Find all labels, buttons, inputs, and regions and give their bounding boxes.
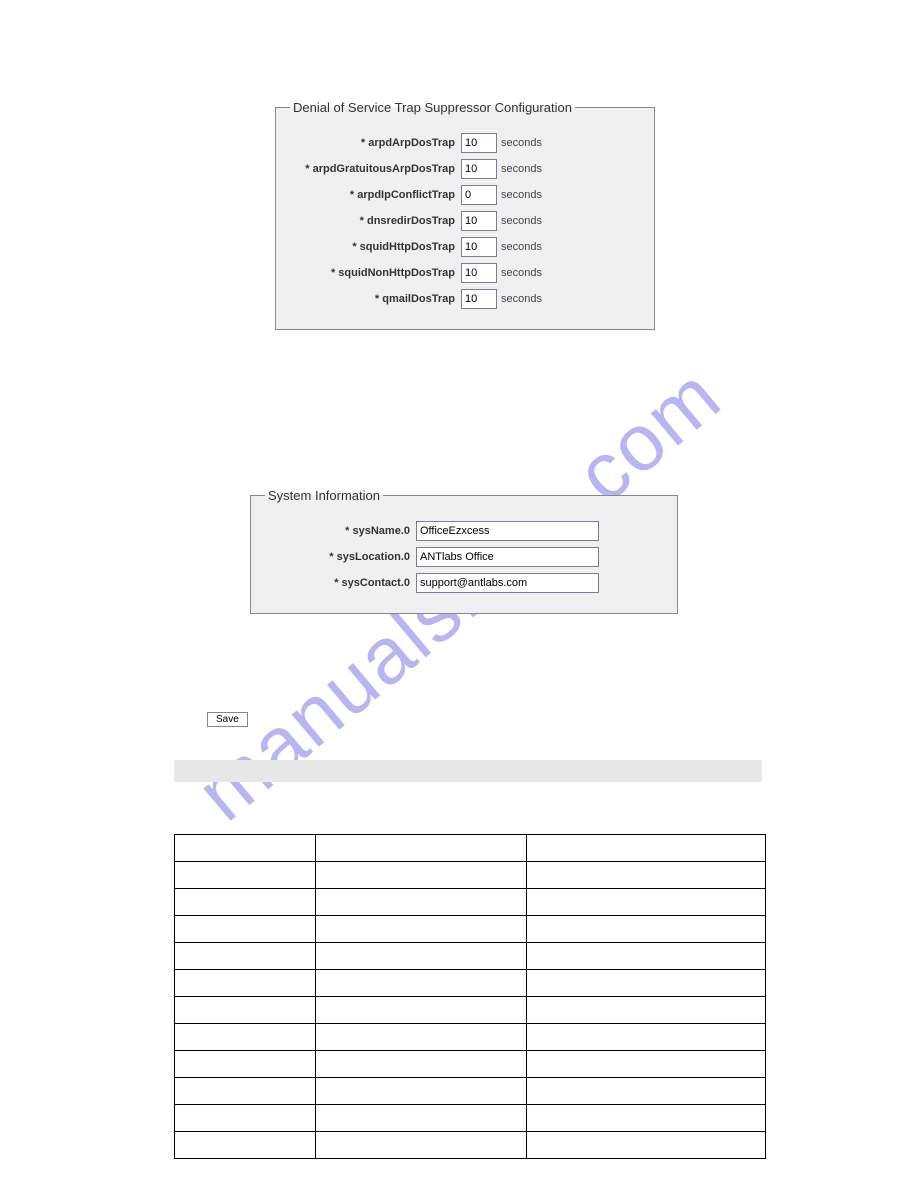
unit-seconds: seconds bbox=[501, 189, 542, 201]
table-cell bbox=[316, 889, 527, 916]
save-button[interactable]: Save bbox=[207, 712, 248, 727]
table-cell bbox=[316, 1024, 527, 1051]
table-cell bbox=[527, 889, 766, 916]
table-row bbox=[175, 1024, 766, 1051]
table-row bbox=[175, 889, 766, 916]
dos-config-legend: Denial of Service Trap Suppressor Config… bbox=[290, 100, 575, 115]
table-cell bbox=[527, 1024, 766, 1051]
row-qmail: * qmailDosTrap seconds bbox=[290, 289, 640, 309]
table-header-row bbox=[175, 835, 766, 862]
row-sysname: * sysName.0 bbox=[265, 521, 663, 541]
label-squid-nonhttp: * squidNonHttpDosTrap bbox=[290, 267, 461, 279]
table-row bbox=[175, 997, 766, 1024]
table-row bbox=[175, 970, 766, 997]
table-cell bbox=[175, 997, 316, 1024]
table-cell bbox=[175, 1051, 316, 1078]
input-squid-http[interactable] bbox=[461, 237, 497, 257]
table-cell bbox=[175, 862, 316, 889]
table-cell bbox=[316, 943, 527, 970]
unit-seconds: seconds bbox=[501, 241, 542, 253]
table-cell bbox=[527, 970, 766, 997]
system-info-legend: System Information bbox=[265, 488, 383, 503]
input-syslocation[interactable] bbox=[416, 547, 599, 567]
table-row bbox=[175, 1078, 766, 1105]
input-sysname[interactable] bbox=[416, 521, 599, 541]
label-syslocation: * sysLocation.0 bbox=[265, 551, 416, 563]
table-cell bbox=[175, 970, 316, 997]
label-arpd-ipconflict: * arpdIpConflictTrap bbox=[290, 189, 461, 201]
table-header-cell bbox=[527, 835, 766, 862]
label-sysname: * sysName.0 bbox=[265, 525, 416, 537]
label-dnsredir: * dnsredirDosTrap bbox=[290, 215, 461, 227]
table-header-cell bbox=[316, 835, 527, 862]
table-cell bbox=[316, 1132, 527, 1159]
unit-seconds: seconds bbox=[501, 137, 542, 149]
input-qmail[interactable] bbox=[461, 289, 497, 309]
table-cell bbox=[527, 997, 766, 1024]
label-qmail: * qmailDosTrap bbox=[290, 293, 461, 305]
label-arpd-arp-dos: * arpdArpDosTrap bbox=[290, 137, 461, 149]
dos-config-panel: Denial of Service Trap Suppressor Config… bbox=[275, 100, 655, 330]
section-divider-bar bbox=[174, 760, 762, 782]
row-arpd-arp-dos: * arpdArpDosTrap seconds bbox=[290, 133, 640, 153]
input-arpd-ipconflict[interactable] bbox=[461, 185, 497, 205]
data-table bbox=[174, 834, 766, 1159]
table-cell bbox=[527, 916, 766, 943]
table-cell bbox=[175, 1132, 316, 1159]
table-cell bbox=[527, 1051, 766, 1078]
table-cell bbox=[527, 1132, 766, 1159]
input-syscontact[interactable] bbox=[416, 573, 599, 593]
table-cell bbox=[527, 1105, 766, 1132]
row-squid-http: * squidHttpDosTrap seconds bbox=[290, 237, 640, 257]
row-dnsredir: * dnsredirDosTrap seconds bbox=[290, 211, 640, 231]
table-cell bbox=[527, 1078, 766, 1105]
row-squid-nonhttp: * squidNonHttpDosTrap seconds bbox=[290, 263, 640, 283]
system-info-panel: System Information * sysName.0 * sysLoca… bbox=[250, 488, 678, 614]
label-squid-http: * squidHttpDosTrap bbox=[290, 241, 461, 253]
table-row bbox=[175, 943, 766, 970]
table-cell bbox=[316, 997, 527, 1024]
table-cell bbox=[527, 862, 766, 889]
table-cell bbox=[316, 916, 527, 943]
row-arpd-gratuitous: * arpdGratuitousArpDosTrap seconds bbox=[290, 159, 640, 179]
table-cell bbox=[316, 862, 527, 889]
unit-seconds: seconds bbox=[501, 163, 542, 175]
unit-seconds: seconds bbox=[501, 267, 542, 279]
table-header-cell bbox=[175, 835, 316, 862]
table-cell bbox=[175, 943, 316, 970]
row-syscontact: * sysContact.0 bbox=[265, 573, 663, 593]
input-arpd-arp-dos[interactable] bbox=[461, 133, 497, 153]
table-cell bbox=[527, 943, 766, 970]
input-dnsredir[interactable] bbox=[461, 211, 497, 231]
input-arpd-gratuitous[interactable] bbox=[461, 159, 497, 179]
table-row bbox=[175, 862, 766, 889]
label-arpd-gratuitous: * arpdGratuitousArpDosTrap bbox=[290, 163, 461, 175]
unit-seconds: seconds bbox=[501, 293, 542, 305]
table-cell bbox=[175, 889, 316, 916]
table-cell bbox=[316, 1078, 527, 1105]
table-cell bbox=[316, 970, 527, 997]
table-cell bbox=[175, 916, 316, 943]
row-arpd-ipconflict: * arpdIpConflictTrap seconds bbox=[290, 185, 640, 205]
table-cell bbox=[175, 1078, 316, 1105]
table-cell bbox=[175, 1105, 316, 1132]
table-cell bbox=[316, 1051, 527, 1078]
input-squid-nonhttp[interactable] bbox=[461, 263, 497, 283]
table-cell bbox=[175, 1024, 316, 1051]
label-syscontact: * sysContact.0 bbox=[265, 577, 416, 589]
table-cell bbox=[316, 1105, 527, 1132]
unit-seconds: seconds bbox=[501, 215, 542, 227]
table-row bbox=[175, 1051, 766, 1078]
table-row bbox=[175, 1132, 766, 1159]
table-row bbox=[175, 1105, 766, 1132]
table-row bbox=[175, 916, 766, 943]
row-syslocation: * sysLocation.0 bbox=[265, 547, 663, 567]
